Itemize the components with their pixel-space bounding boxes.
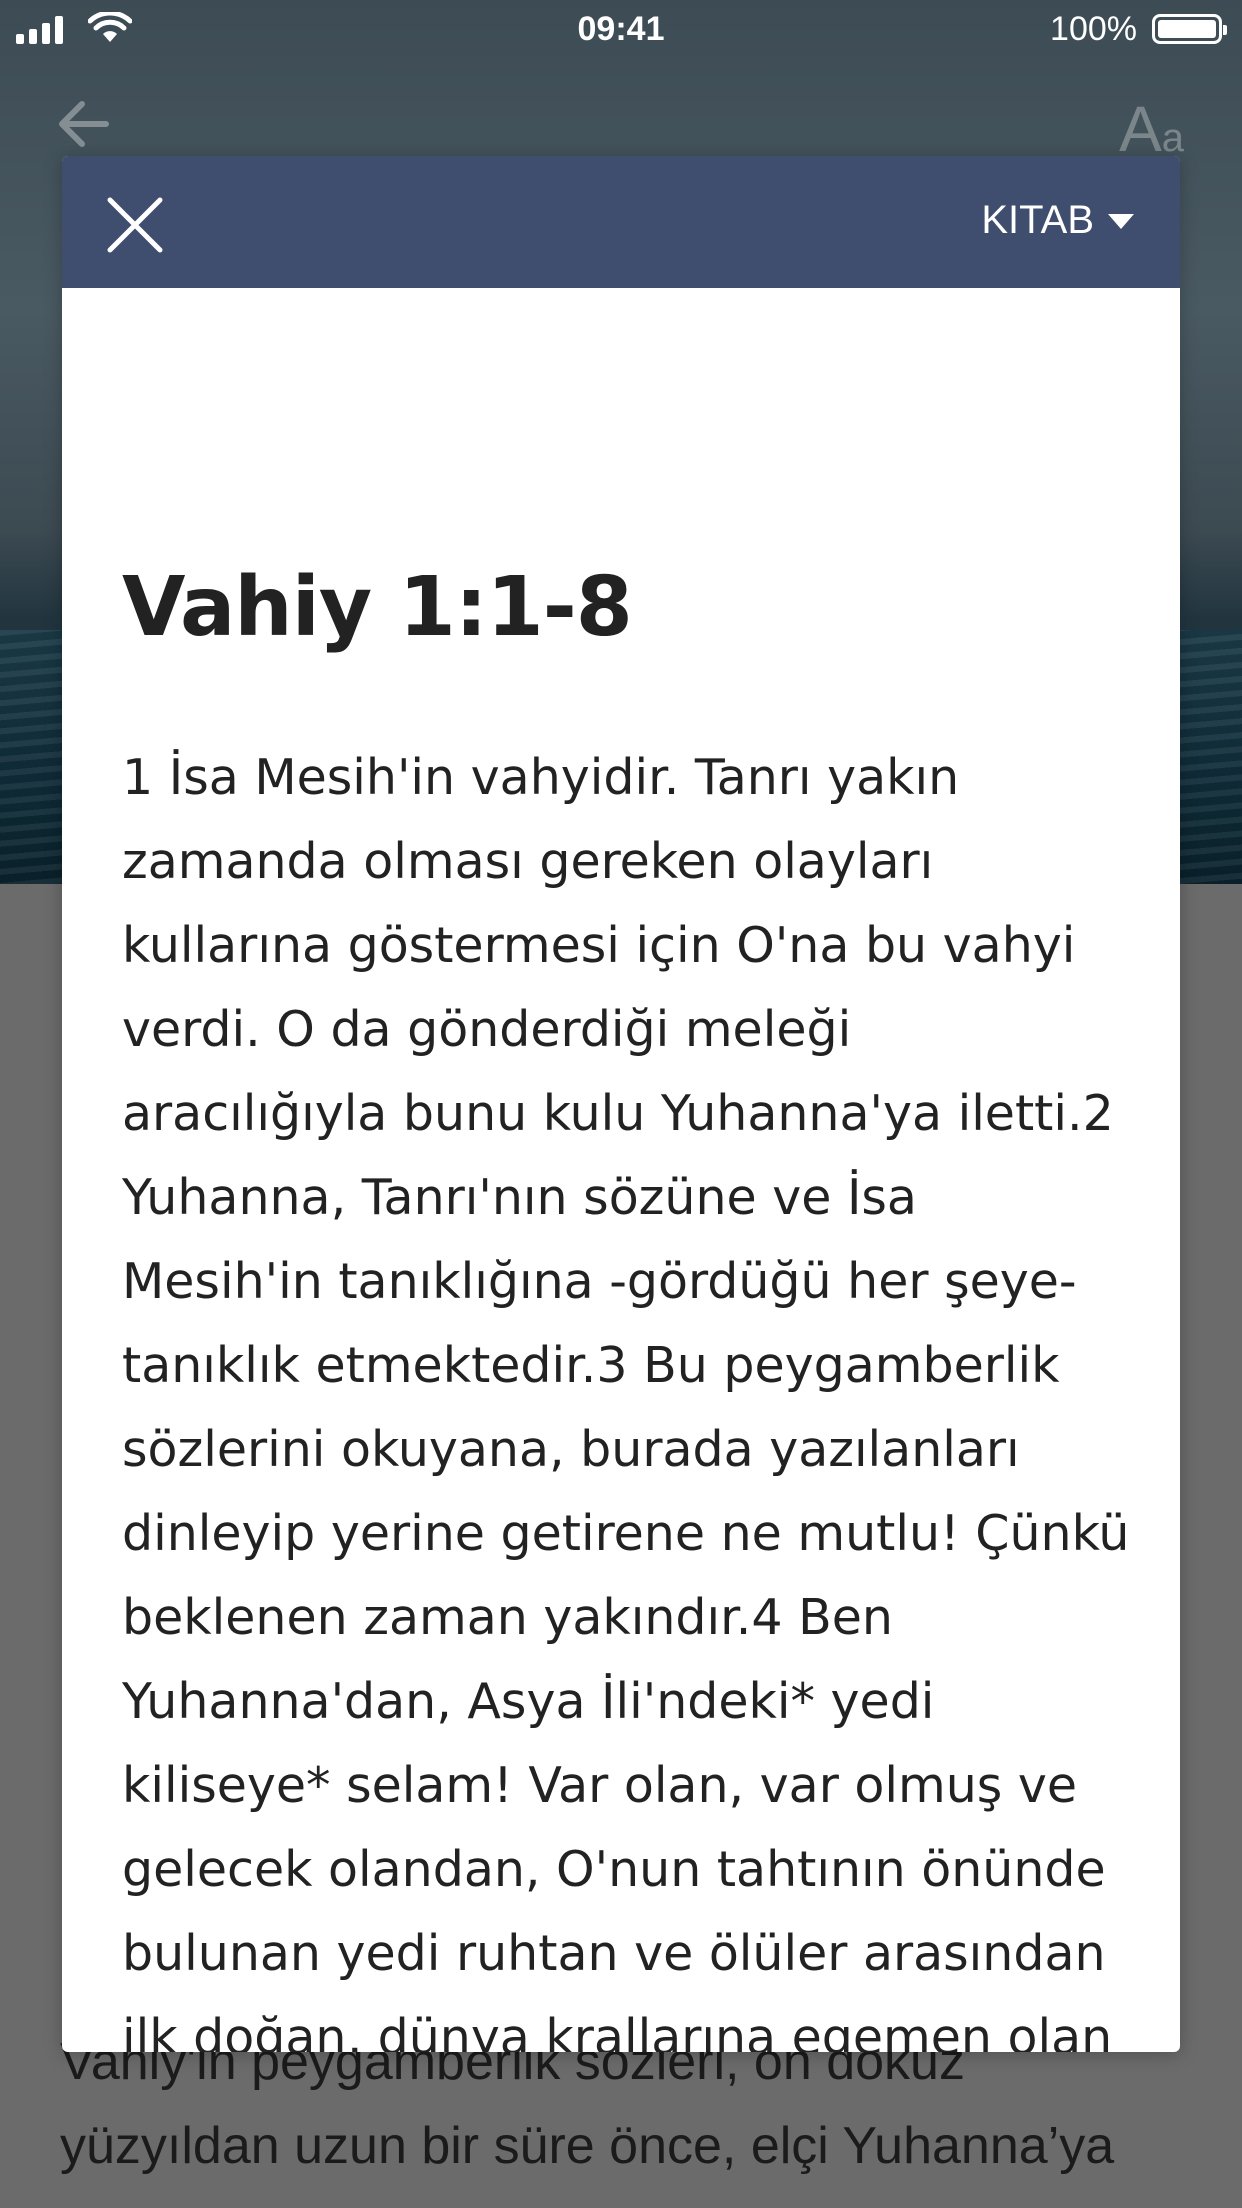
- close-icon[interactable]: [102, 192, 168, 258]
- book-dropdown[interactable]: KITAB: [981, 198, 1134, 243]
- font-icon-big: A: [1119, 93, 1162, 165]
- passage-title: Vahiy 1:1-8: [122, 560, 633, 655]
- passage-text: 1 İsa Mesih'in vahyidir. Tanrı yakın zam…: [122, 749, 1130, 2052]
- font-icon-small: a: [1161, 116, 1184, 160]
- status-bar: 09:41 100%: [0, 0, 1242, 60]
- modal-header: KITAB: [62, 156, 1180, 288]
- modal-body[interactable]: Vahiy 1:1-8 1 İsa Mesih'in vahyidir. Tan…: [122, 288, 1132, 2052]
- passage-modal: KITAB Vahiy 1:1-8 1 İsa Mesih'in vahyidi…: [62, 156, 1180, 2052]
- book-dropdown-label: KITAB: [981, 198, 1094, 242]
- battery-percentage: 100%: [1050, 10, 1137, 48]
- background-text-line: yüzyıldan uzun bir süre önce, elçi Yuhan…: [60, 2117, 1115, 2175]
- caret-down-icon: [1108, 214, 1134, 229]
- font-size-icon[interactable]: Aa: [1119, 92, 1184, 166]
- back-arrow-icon[interactable]: [56, 98, 112, 150]
- battery-icon: [1152, 14, 1227, 44]
